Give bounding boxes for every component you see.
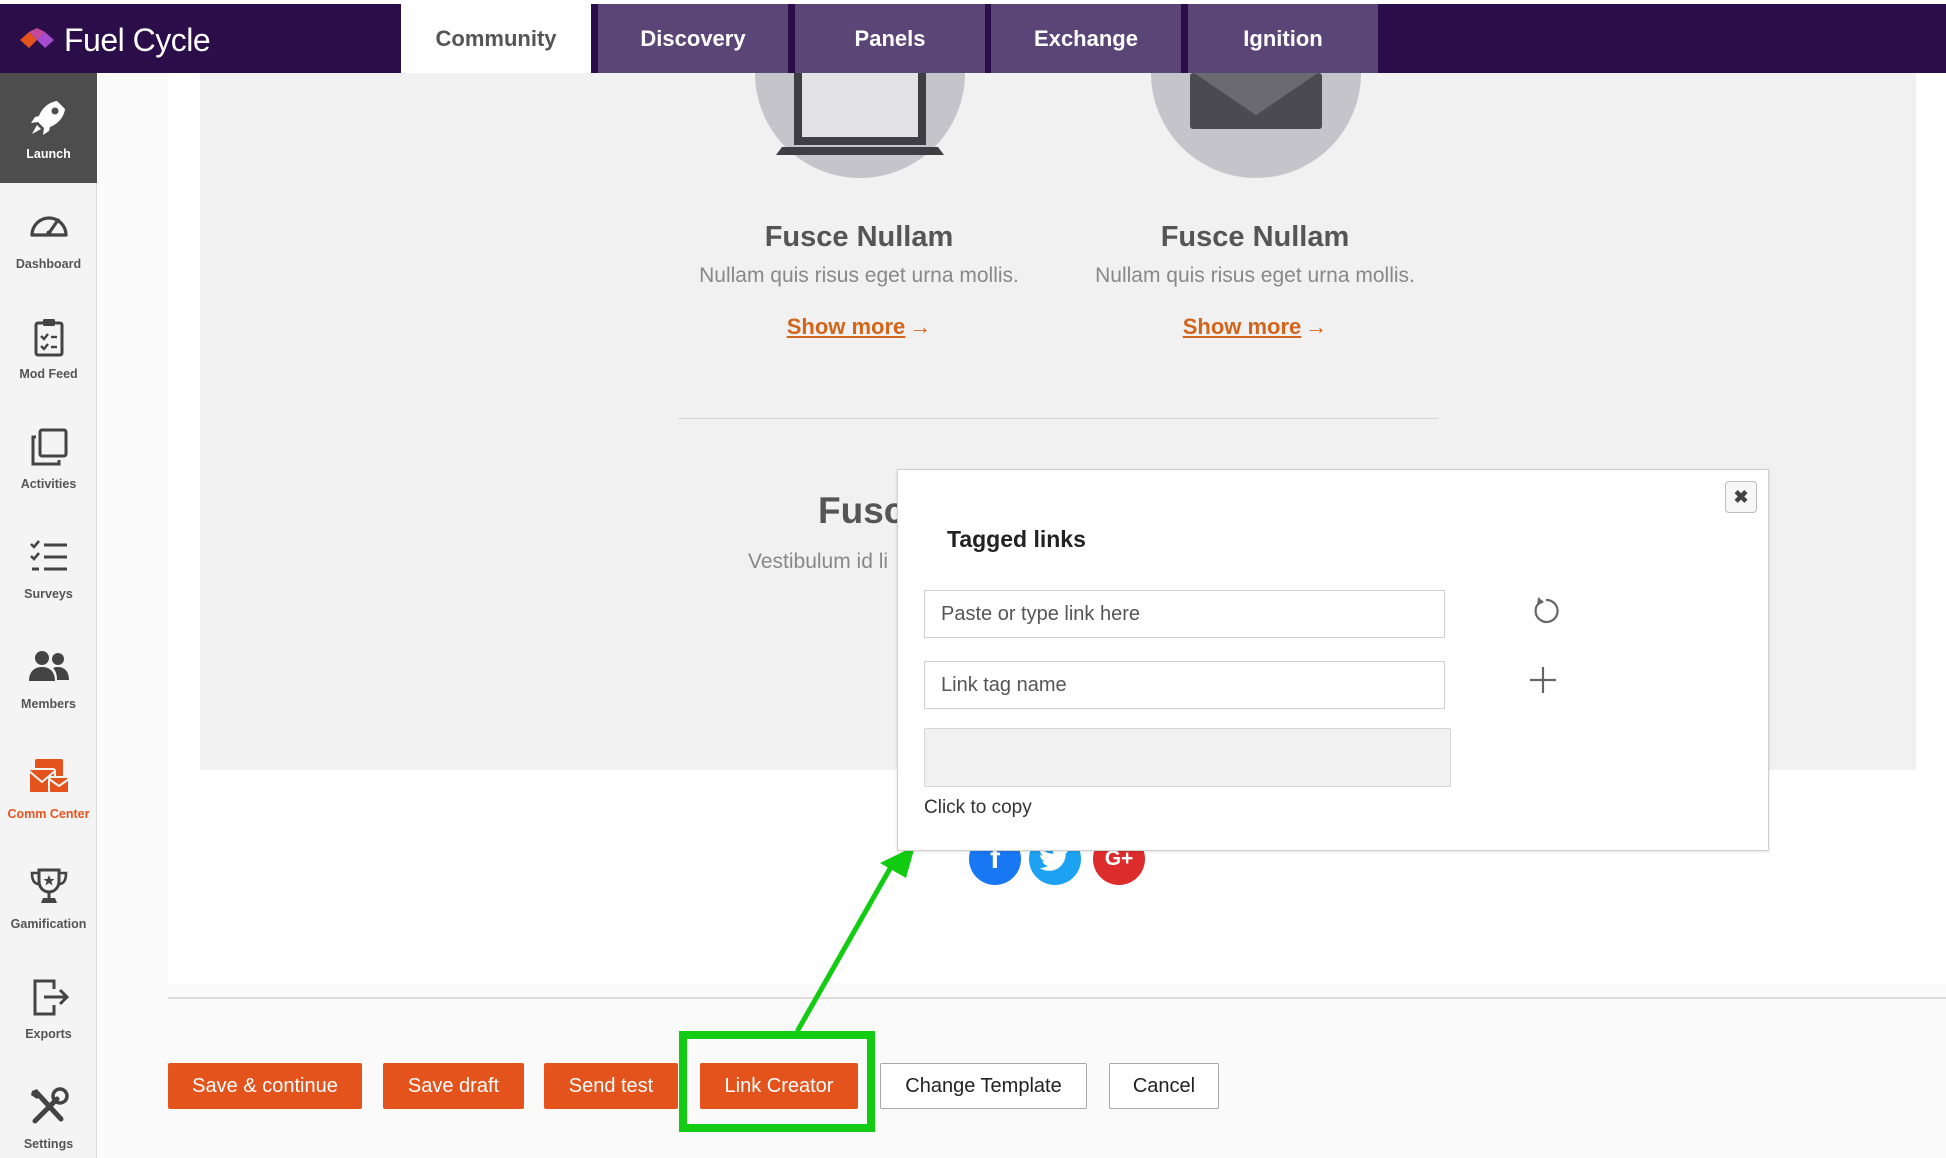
- tools-icon: [30, 1087, 69, 1124]
- link-creator-highlight: [679, 1031, 875, 1132]
- arrow-right-icon: →: [1305, 314, 1328, 339]
- users-icon: [28, 651, 69, 681]
- sidebar-item-settings[interactable]: Settings: [0, 1063, 97, 1158]
- sidebar-item-label: Settings: [23, 1137, 74, 1151]
- sidebar-item-surveys[interactable]: Surveys: [0, 513, 97, 623]
- sidebar-item-label: Members: [21, 697, 76, 711]
- sidebar-item-members[interactable]: Members: [0, 623, 97, 733]
- show-more-link[interactable]: Show more: [787, 314, 906, 340]
- sidebar-item-dashboard[interactable]: Dashboard: [0, 183, 97, 293]
- tagged-links-dialog: ✖ Tagged links Click to copy: [897, 469, 1769, 851]
- preview-card: Fusce Nullam Nullam quis risus eget urna…: [1065, 221, 1445, 340]
- link-url-input[interactable]: [924, 590, 1445, 638]
- brand[interactable]: Fuel Cycle: [20, 20, 211, 60]
- dialog-title: Tagged links: [947, 526, 1086, 552]
- sidebar-item-launch[interactable]: Launch: [0, 73, 97, 183]
- sidebar-item-mod-feed[interactable]: Mod Feed: [0, 293, 97, 403]
- card-title: Fusce Nullam: [764, 221, 954, 253]
- brand-name: Fuel Cycle: [64, 21, 211, 58]
- arrow-right-icon: →: [909, 314, 932, 339]
- cancel-button[interactable]: Cancel: [1109, 1063, 1219, 1109]
- sidebar-item-label: Launch: [26, 147, 71, 161]
- close-icon[interactable]: ✖: [1725, 481, 1757, 513]
- card-description: Nullam quis risus eget urna mollis.: [699, 264, 1019, 287]
- add-icon[interactable]: [1526, 663, 1560, 697]
- save-draft-button[interactable]: Save draft: [383, 1063, 524, 1109]
- app-root: Fuel Cycle Community Discovery Panels Ex…: [0, 0, 1946, 1158]
- sidebar-item-label: Dashboard: [15, 257, 82, 271]
- sidebar-item-activities[interactable]: Activities: [0, 403, 97, 513]
- link-tag-name-input[interactable]: [924, 661, 1445, 709]
- export-icon: [33, 979, 69, 1016]
- sidebar-item-label: Mod Feed: [19, 367, 78, 381]
- tab-community[interactable]: Community: [401, 4, 591, 73]
- card-title: Fusce Nullam: [1160, 221, 1350, 253]
- tab-panels[interactable]: Panels: [795, 4, 985, 73]
- sidebar-item-label: Comm Center: [7, 807, 90, 821]
- section-divider: [678, 418, 1438, 419]
- change-template-button[interactable]: Change Template: [880, 1063, 1087, 1109]
- tab-ignition[interactable]: Ignition: [1188, 4, 1378, 73]
- sidebar-item-exports[interactable]: Exports: [0, 953, 97, 1063]
- reset-icon[interactable]: [1529, 594, 1563, 628]
- tab-discovery[interactable]: Discovery: [598, 4, 788, 73]
- annotation-arrow: [795, 846, 915, 1033]
- stacked-squares-icon: [31, 428, 67, 466]
- checklist-icon: [29, 540, 67, 571]
- send-test-button[interactable]: Send test: [544, 1063, 678, 1109]
- top-navigation-bar: Fuel Cycle Community Discovery Panels Ex…: [0, 4, 1946, 73]
- sidebar-item-label: Activities: [20, 477, 77, 491]
- laptop-image: [755, 73, 965, 178]
- mail-stack-icon: [27, 759, 70, 794]
- trophy-icon: [30, 868, 67, 903]
- tagged-link-output[interactable]: [924, 728, 1451, 787]
- rocket-icon: [30, 101, 65, 135]
- footer-divider: [168, 997, 1946, 999]
- sidebar-item-label: Exports: [25, 1027, 72, 1041]
- gauge-icon: [29, 216, 68, 237]
- section-title: Fusc: [818, 490, 905, 531]
- preview-card: Fusce Nullam Nullam quis risus eget urna…: [669, 221, 1049, 340]
- sidebar-item-label: Surveys: [24, 587, 73, 601]
- tab-exchange[interactable]: Exchange: [991, 4, 1181, 73]
- save-continue-button[interactable]: Save & continue: [168, 1063, 362, 1109]
- clipboard-icon: [34, 319, 63, 357]
- sidebar-item-label: Gamification: [10, 917, 87, 931]
- left-sidebar: Launch Dashboard Mod Feed Activities Sur…: [0, 73, 97, 1158]
- fuel-cycle-logo-icon: [20, 28, 54, 48]
- section-description: Vestibulum id li: [748, 550, 889, 573]
- envelope-image: [1151, 73, 1361, 178]
- sidebar-item-gamification[interactable]: Gamification: [0, 843, 97, 953]
- sidebar-item-comm-center[interactable]: Comm Center: [0, 733, 97, 843]
- show-more-link[interactable]: Show more: [1183, 314, 1302, 340]
- click-to-copy-label[interactable]: Click to copy: [924, 797, 1032, 819]
- card-description: Nullam quis risus eget urna mollis.: [1095, 264, 1415, 287]
